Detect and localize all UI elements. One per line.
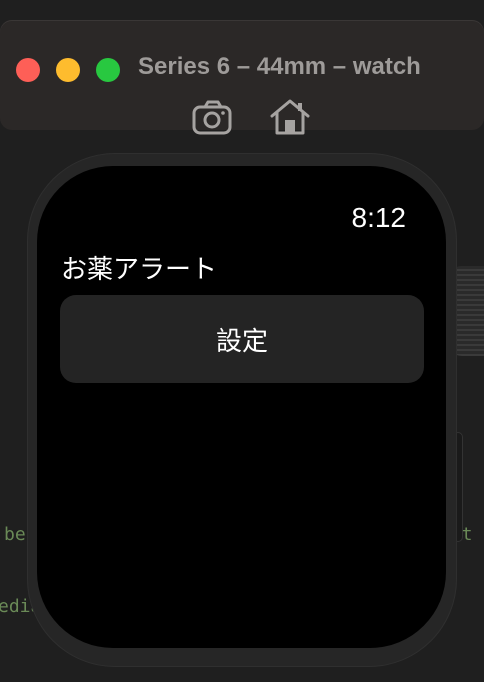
- app-title: お薬アラート: [61, 255, 218, 285]
- watch-screen: 8:12 お薬アラート 設定: [37, 166, 446, 648]
- minimize-button[interactable]: [56, 58, 80, 82]
- close-button[interactable]: [16, 58, 40, 82]
- camera-icon[interactable]: [190, 97, 234, 137]
- zoom-button[interactable]: [96, 58, 120, 82]
- settings-button[interactable]: 設定: [60, 295, 424, 383]
- status-time: 8:12: [351, 202, 407, 233]
- window-title: Series 6 – 44mm – watch: [138, 53, 421, 80]
- home-icon[interactable]: [268, 97, 312, 137]
- background-code-fragment: be: [4, 524, 26, 545]
- simulator-window: be edia est Series 6 – 44mm – watch: [0, 0, 484, 682]
- title-bar: Series 6 – 44mm – watch: [0, 20, 484, 135]
